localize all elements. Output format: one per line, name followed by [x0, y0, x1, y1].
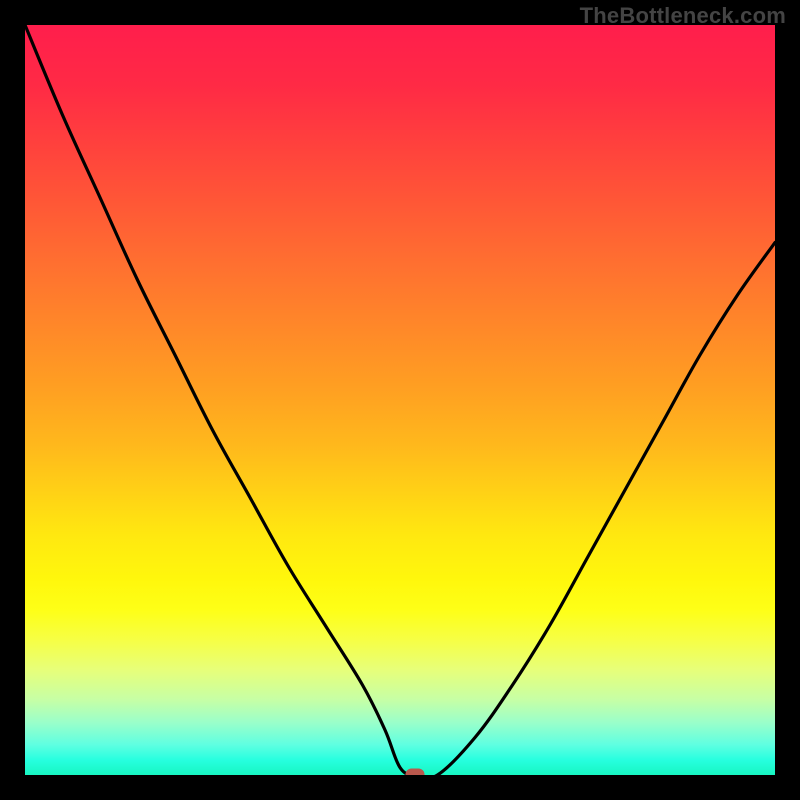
- bottleneck-curve: [25, 25, 775, 775]
- chart-frame: TheBottleneck.com: [0, 0, 800, 800]
- curve-svg: [25, 25, 775, 775]
- attribution-text: TheBottleneck.com: [580, 3, 786, 29]
- plot-area: [25, 25, 775, 775]
- optimal-point-marker: [406, 769, 425, 776]
